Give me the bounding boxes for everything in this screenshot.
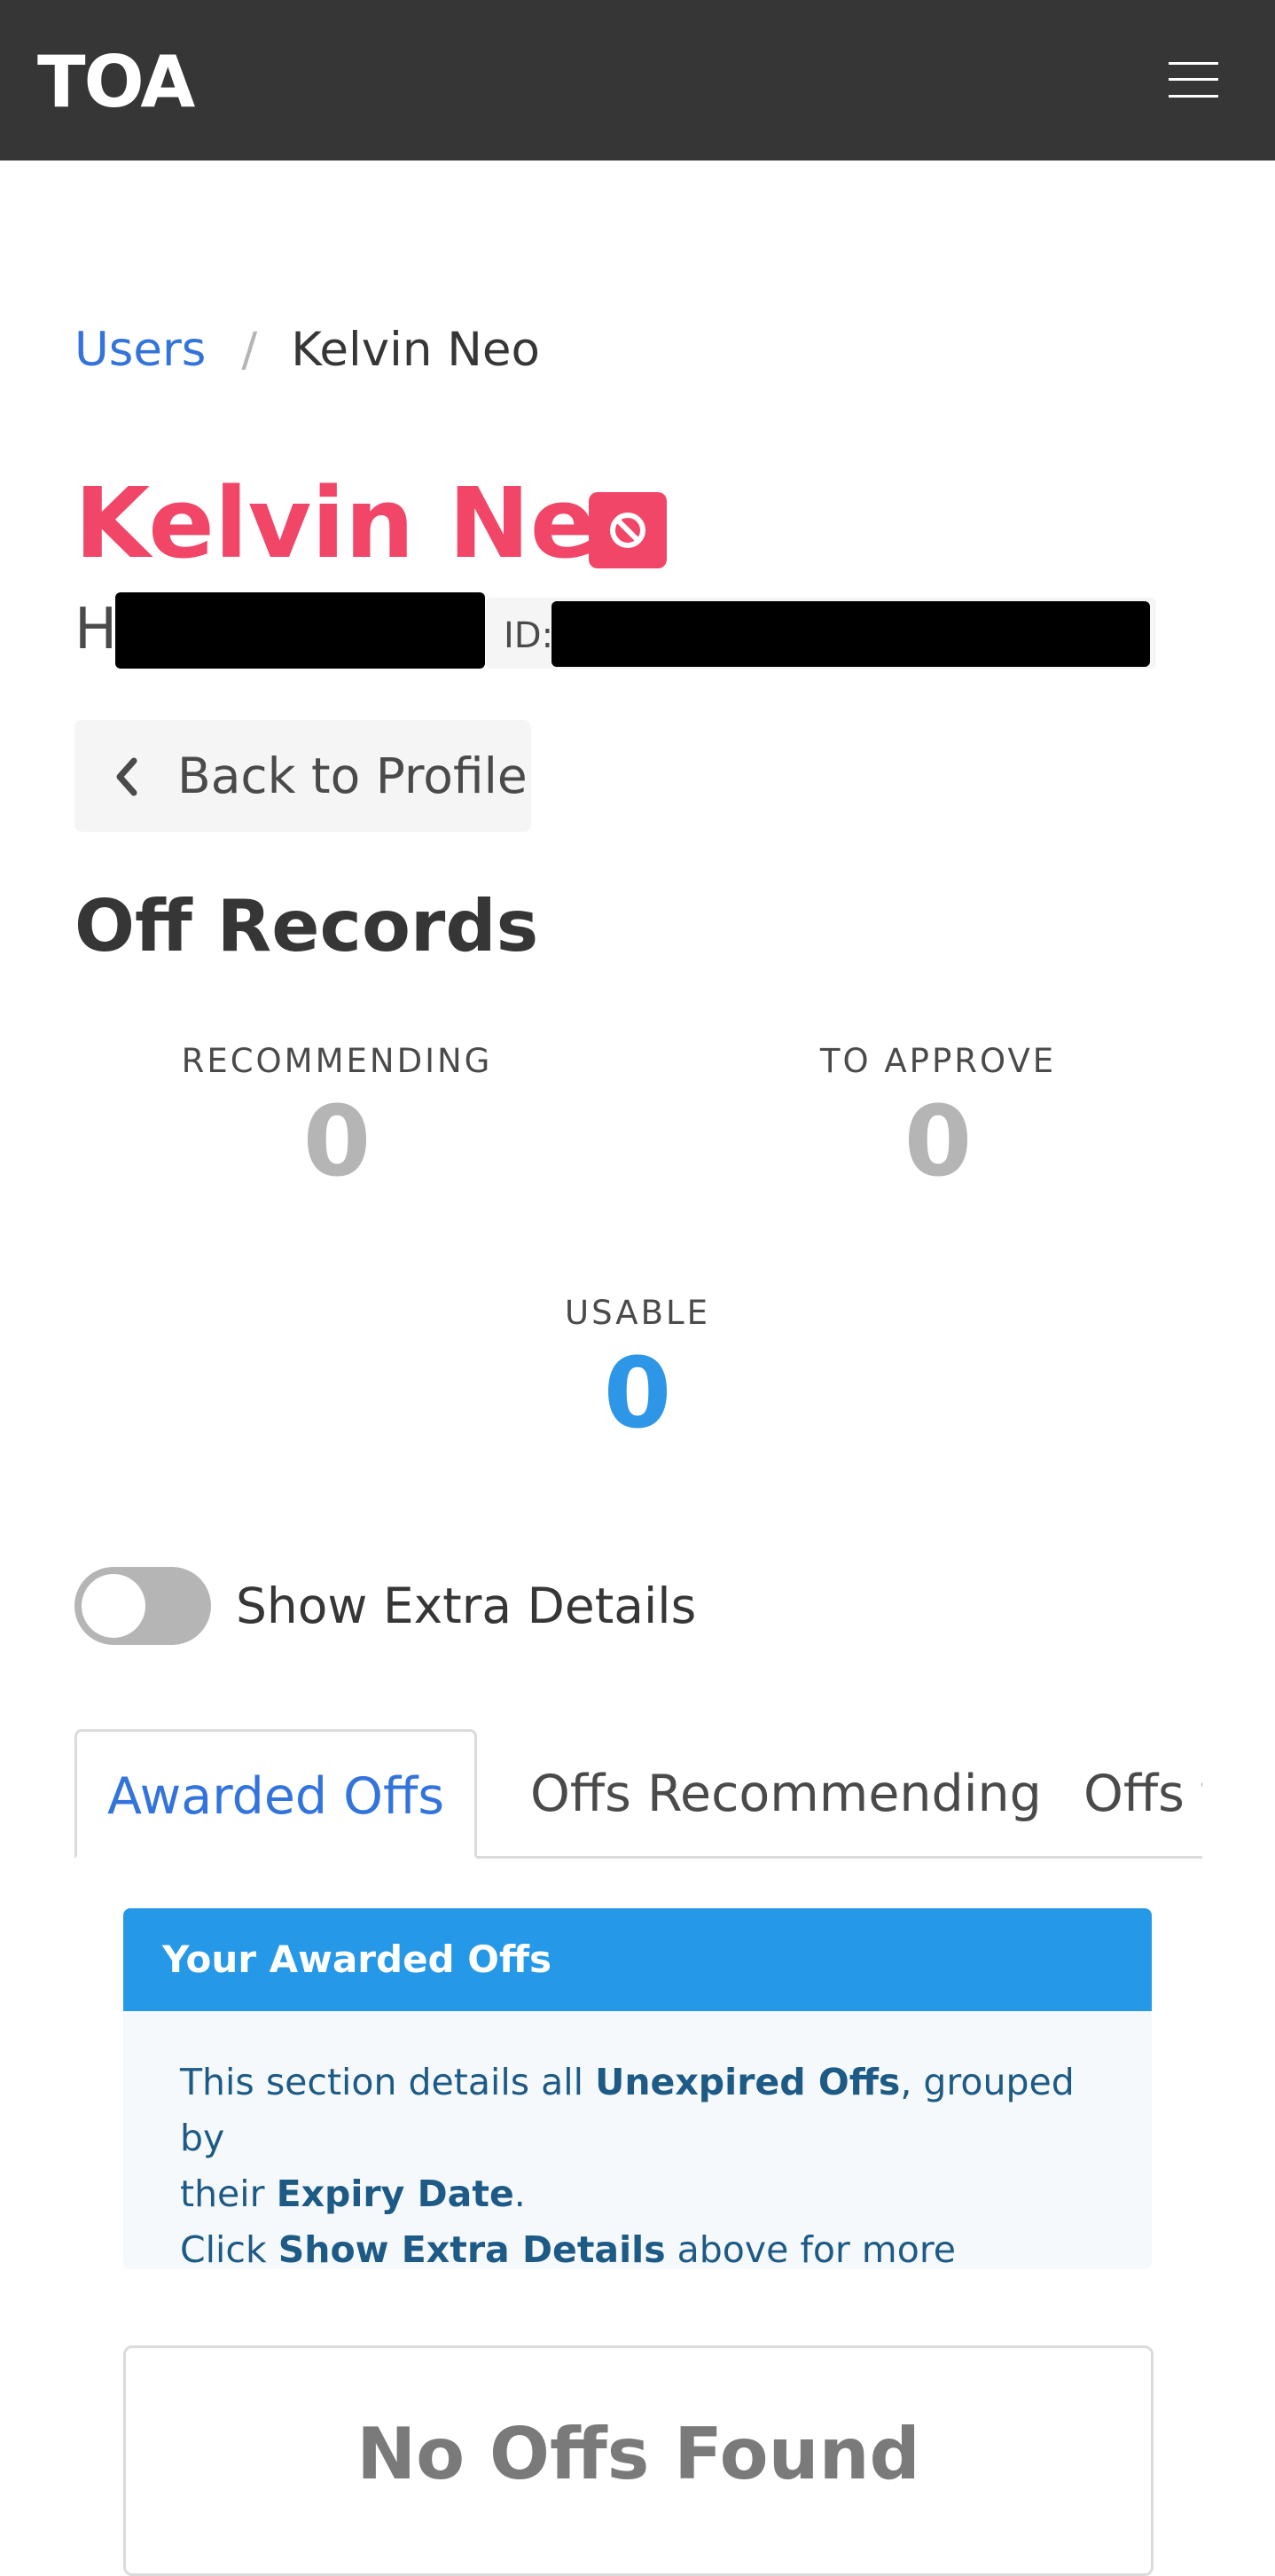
breadcrumb-separator: / — [241, 323, 258, 377]
stat-recommending: RECOMMENDING 0 — [160, 1039, 514, 1199]
tabs: Awarded Offs Offs Recommending Offs t — [74, 1729, 1202, 1859]
info-message: Your Awarded Offs This section details a… — [123, 1908, 1152, 2269]
message-emphasis: Unexpired Offs — [595, 2061, 901, 2103]
message-text: their — [180, 2173, 277, 2215]
navbar: TOA — [0, 0, 1275, 161]
message-text: This section details all — [180, 2061, 596, 2103]
show-extra-details-label[interactable]: Show Extra Details — [236, 1575, 696, 1637]
stat-usable: USABLE 0 — [460, 1291, 815, 1451]
info-message-body: This section details all Unexpired Offs,… — [180, 2055, 1120, 2269]
stat-label: RECOMMENDING — [181, 1042, 493, 1080]
breadcrumb: Users / Kelvin Neo — [74, 319, 540, 381]
empty-state-box: No Offs Found — [123, 2345, 1154, 2576]
info-message-header: Your Awarded Offs — [123, 1908, 1152, 2011]
brand-logo[interactable]: TOA — [37, 43, 195, 122]
stat-value: 0 — [302, 1084, 372, 1198]
message-emphasis: Expiry Date — [276, 2173, 514, 2215]
empty-state-text: No Offs Found — [356, 2413, 920, 2495]
hamburger-menu-icon[interactable] — [1169, 62, 1218, 98]
stat-to-approve: TO APPROVE 0 — [761, 1039, 1115, 1199]
redacted-block — [115, 592, 485, 669]
user-id-label: ID: — [504, 615, 554, 656]
breadcrumb-users-link[interactable]: Users — [74, 323, 206, 377]
stat-label: USABLE — [565, 1294, 710, 1332]
section-title: Off Records — [74, 885, 539, 967]
stat-value: 0 — [903, 1084, 973, 1198]
chevron-left-icon — [116, 757, 137, 796]
message-text: . — [513, 2173, 526, 2215]
tab-awarded-offs[interactable]: Awarded Offs — [74, 1729, 477, 1859]
toggle-knob — [82, 1574, 145, 1638]
user-subtitle: H — [74, 597, 118, 662]
back-to-profile-label: Back to Profile — [177, 748, 528, 804]
ban-icon — [589, 492, 667, 568]
breadcrumb-current: Kelvin Neo — [291, 323, 540, 377]
page-title: Kelvin Neo — [74, 466, 663, 580]
stat-label: TO APPROVE — [819, 1042, 1057, 1080]
tab-offs-recommending[interactable]: Offs Recommending — [530, 1729, 1042, 1859]
redacted-block — [551, 601, 1150, 667]
show-extra-details-toggle[interactable] — [74, 1567, 211, 1645]
message-text: Click — [180, 2228, 278, 2269]
tab-offs-to-approve[interactable]: Offs t — [1083, 1729, 1202, 1859]
message-emphasis: Show Extra Details — [278, 2228, 666, 2269]
stat-value: 0 — [603, 1336, 672, 1450]
back-to-profile-button[interactable]: Back to Profile — [74, 720, 531, 832]
